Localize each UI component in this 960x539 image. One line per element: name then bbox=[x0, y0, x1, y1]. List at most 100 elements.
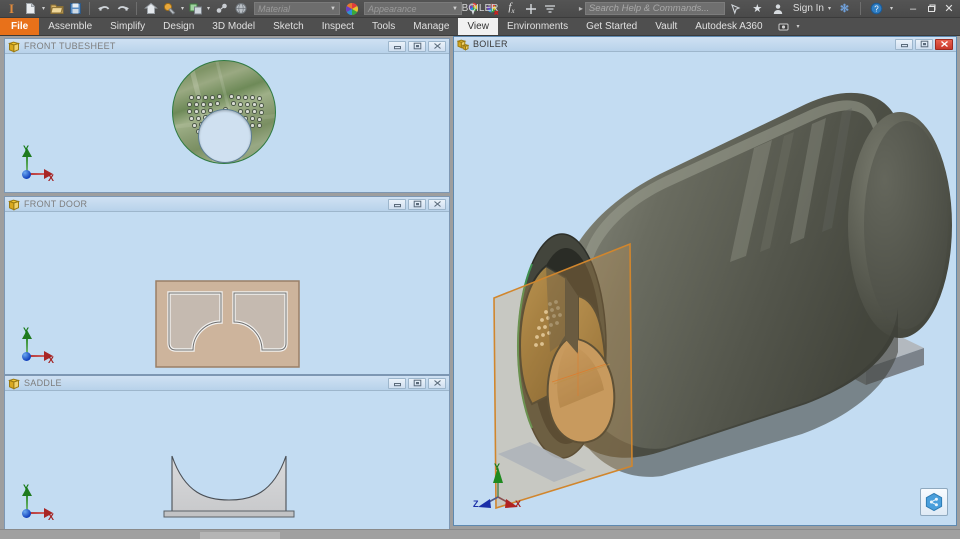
boiler-assembly-model[interactable] bbox=[454, 52, 956, 525]
tubesheet-model[interactable] bbox=[172, 60, 276, 164]
undo-icon[interactable] bbox=[95, 1, 112, 17]
save-icon[interactable] bbox=[67, 1, 84, 17]
maximize-button[interactable] bbox=[408, 377, 426, 389]
home-view-icon[interactable] bbox=[142, 1, 159, 17]
appearance-combobox[interactable]: Appearance ▼ bbox=[364, 2, 462, 15]
material-dropdown-icon[interactable]: ▾ bbox=[205, 5, 212, 12]
viewport-boiler[interactable]: Y X Z bbox=[454, 52, 956, 525]
minimize-button[interactable] bbox=[895, 38, 913, 50]
ribbon-overflow-icon[interactable]: ▾ bbox=[772, 18, 808, 35]
help-dropdown-icon[interactable]: ▾ bbox=[888, 5, 895, 12]
color-wheel-icon[interactable] bbox=[343, 1, 360, 17]
x-axis-label: X bbox=[515, 499, 522, 509]
tab-file[interactable]: File bbox=[0, 18, 40, 35]
toolbar-divider bbox=[136, 2, 137, 15]
window-front-door[interactable]: FRONT DOOR Y X bbox=[4, 196, 450, 375]
viewport-front-tubesheet[interactable]: Y X bbox=[5, 54, 449, 192]
viewport-front-door[interactable]: Y X bbox=[5, 212, 449, 374]
ribbon-tab-bar: File Assemble Simplify Design 3D Model S… bbox=[0, 18, 960, 36]
minimize-button[interactable] bbox=[388, 198, 406, 210]
svg-text:?: ? bbox=[874, 5, 879, 14]
window-front-tubesheet[interactable]: FRONT TUBESHEET Y X bbox=[4, 38, 450, 193]
assembly-document-icon bbox=[456, 38, 470, 51]
window-title-bar[interactable]: FRONT DOOR bbox=[5, 197, 449, 212]
sign-in-button[interactable]: Sign In bbox=[793, 3, 824, 14]
open-file-icon[interactable] bbox=[48, 1, 65, 17]
minimize-window-button[interactable]: – bbox=[905, 1, 921, 17]
close-button[interactable] bbox=[428, 377, 446, 389]
origin-sphere-icon bbox=[22, 352, 31, 361]
material-swatch-icon[interactable] bbox=[187, 1, 204, 17]
x-axis-label: X bbox=[48, 173, 55, 183]
part-document-icon bbox=[7, 40, 21, 53]
x-axis-label: X bbox=[48, 355, 55, 365]
tab-autodesk-a360[interactable]: Autodesk A360 bbox=[686, 18, 771, 35]
window-boiler[interactable]: BOILER Y X Z bbox=[453, 36, 957, 526]
minimize-button[interactable] bbox=[388, 40, 406, 52]
tab-inspect[interactable]: Inspect bbox=[313, 18, 363, 35]
maximize-button[interactable] bbox=[915, 38, 933, 50]
maximize-button[interactable] bbox=[408, 40, 426, 52]
saddle-model[interactable] bbox=[163, 450, 295, 526]
maximize-button[interactable] bbox=[408, 198, 426, 210]
window-title-label: BOILER bbox=[473, 39, 508, 49]
x-axis-label: X bbox=[48, 512, 55, 522]
close-button[interactable] bbox=[935, 38, 953, 50]
account-person-icon[interactable] bbox=[770, 1, 787, 17]
front-door-model[interactable] bbox=[155, 280, 300, 368]
parameters-fx-icon[interactable]: fx bbox=[503, 1, 520, 17]
window-title-label: FRONT TUBESHEET bbox=[24, 41, 116, 51]
axis-triad-boiler: Y X Z bbox=[470, 462, 526, 515]
axis-triad-saddle: Y X bbox=[17, 483, 57, 523]
window-saddle[interactable]: SADDLE Y X bbox=[4, 375, 450, 532]
tab-assemble[interactable]: Assemble bbox=[39, 18, 101, 35]
overflow-menu-icon[interactable] bbox=[541, 1, 558, 17]
axis-triad-front-tubesheet: Y X bbox=[17, 144, 57, 184]
part-document-icon bbox=[7, 198, 21, 211]
clear-appearance-icon[interactable] bbox=[484, 1, 501, 17]
close-button[interactable] bbox=[428, 40, 446, 52]
window-title-label: SADDLE bbox=[24, 378, 62, 388]
expand-title-arrow-icon[interactable]: ▸ bbox=[579, 4, 583, 13]
viewport-saddle[interactable]: Y X bbox=[5, 391, 449, 531]
help-circle-icon[interactable]: ? bbox=[868, 1, 885, 17]
tab-simplify[interactable]: Simplify bbox=[101, 18, 154, 35]
chevron-down-icon: ▼ bbox=[330, 5, 336, 12]
restore-window-button[interactable] bbox=[923, 1, 939, 17]
tab-view[interactable]: View bbox=[458, 18, 498, 35]
minimize-button[interactable] bbox=[388, 377, 406, 389]
new-file-dropdown-icon[interactable]: ▾ bbox=[40, 5, 47, 12]
tab-environments[interactable]: Environments bbox=[498, 18, 577, 35]
axis-triad-front-door: Y X bbox=[17, 326, 57, 366]
exchange-apps-icon[interactable]: ✻ bbox=[836, 1, 853, 17]
help-search-flyout-icon[interactable] bbox=[728, 1, 745, 17]
appearance-dropdown-icon[interactable]: ▾ bbox=[179, 5, 186, 12]
tab-sketch[interactable]: Sketch bbox=[264, 18, 313, 35]
close-button[interactable] bbox=[428, 198, 446, 210]
material-value: Material bbox=[258, 3, 291, 14]
mdi-workspace: FRONT TUBESHEET Y X FRONT DOOR Y X SADDL… bbox=[0, 36, 960, 539]
favorites-star-icon[interactable]: ★ bbox=[749, 1, 766, 17]
close-window-button[interactable]: ✕ bbox=[941, 1, 957, 17]
adjust-color-icon[interactable] bbox=[465, 1, 482, 17]
search-input[interactable]: Search Help & Commands... bbox=[584, 2, 725, 15]
material-combobox[interactable]: Material ▼ bbox=[254, 2, 340, 15]
globe-icon[interactable] bbox=[232, 1, 249, 17]
a360-share-cube-icon[interactable] bbox=[920, 488, 948, 516]
tab-manage[interactable]: Manage bbox=[404, 18, 458, 35]
sign-in-dropdown-icon[interactable]: ▾ bbox=[826, 5, 833, 12]
tab-tools[interactable]: Tools bbox=[363, 18, 404, 35]
tab-3d-model[interactable]: 3D Model bbox=[203, 18, 264, 35]
window-title-bar[interactable]: BOILER bbox=[454, 37, 956, 52]
appearance-paint-icon[interactable] bbox=[161, 1, 178, 17]
add-icon[interactable] bbox=[522, 1, 539, 17]
redo-icon[interactable] bbox=[114, 1, 131, 17]
new-file-icon[interactable] bbox=[22, 1, 39, 17]
tab-design[interactable]: Design bbox=[154, 18, 203, 35]
window-title-bar[interactable]: SADDLE bbox=[5, 376, 449, 391]
window-title-bar[interactable]: FRONT TUBESHEET bbox=[5, 39, 449, 54]
tab-get-started[interactable]: Get Started bbox=[577, 18, 646, 35]
window-title-label: FRONT DOOR bbox=[24, 199, 88, 209]
render-icon[interactable] bbox=[213, 1, 230, 17]
tab-vault[interactable]: Vault bbox=[646, 18, 686, 35]
